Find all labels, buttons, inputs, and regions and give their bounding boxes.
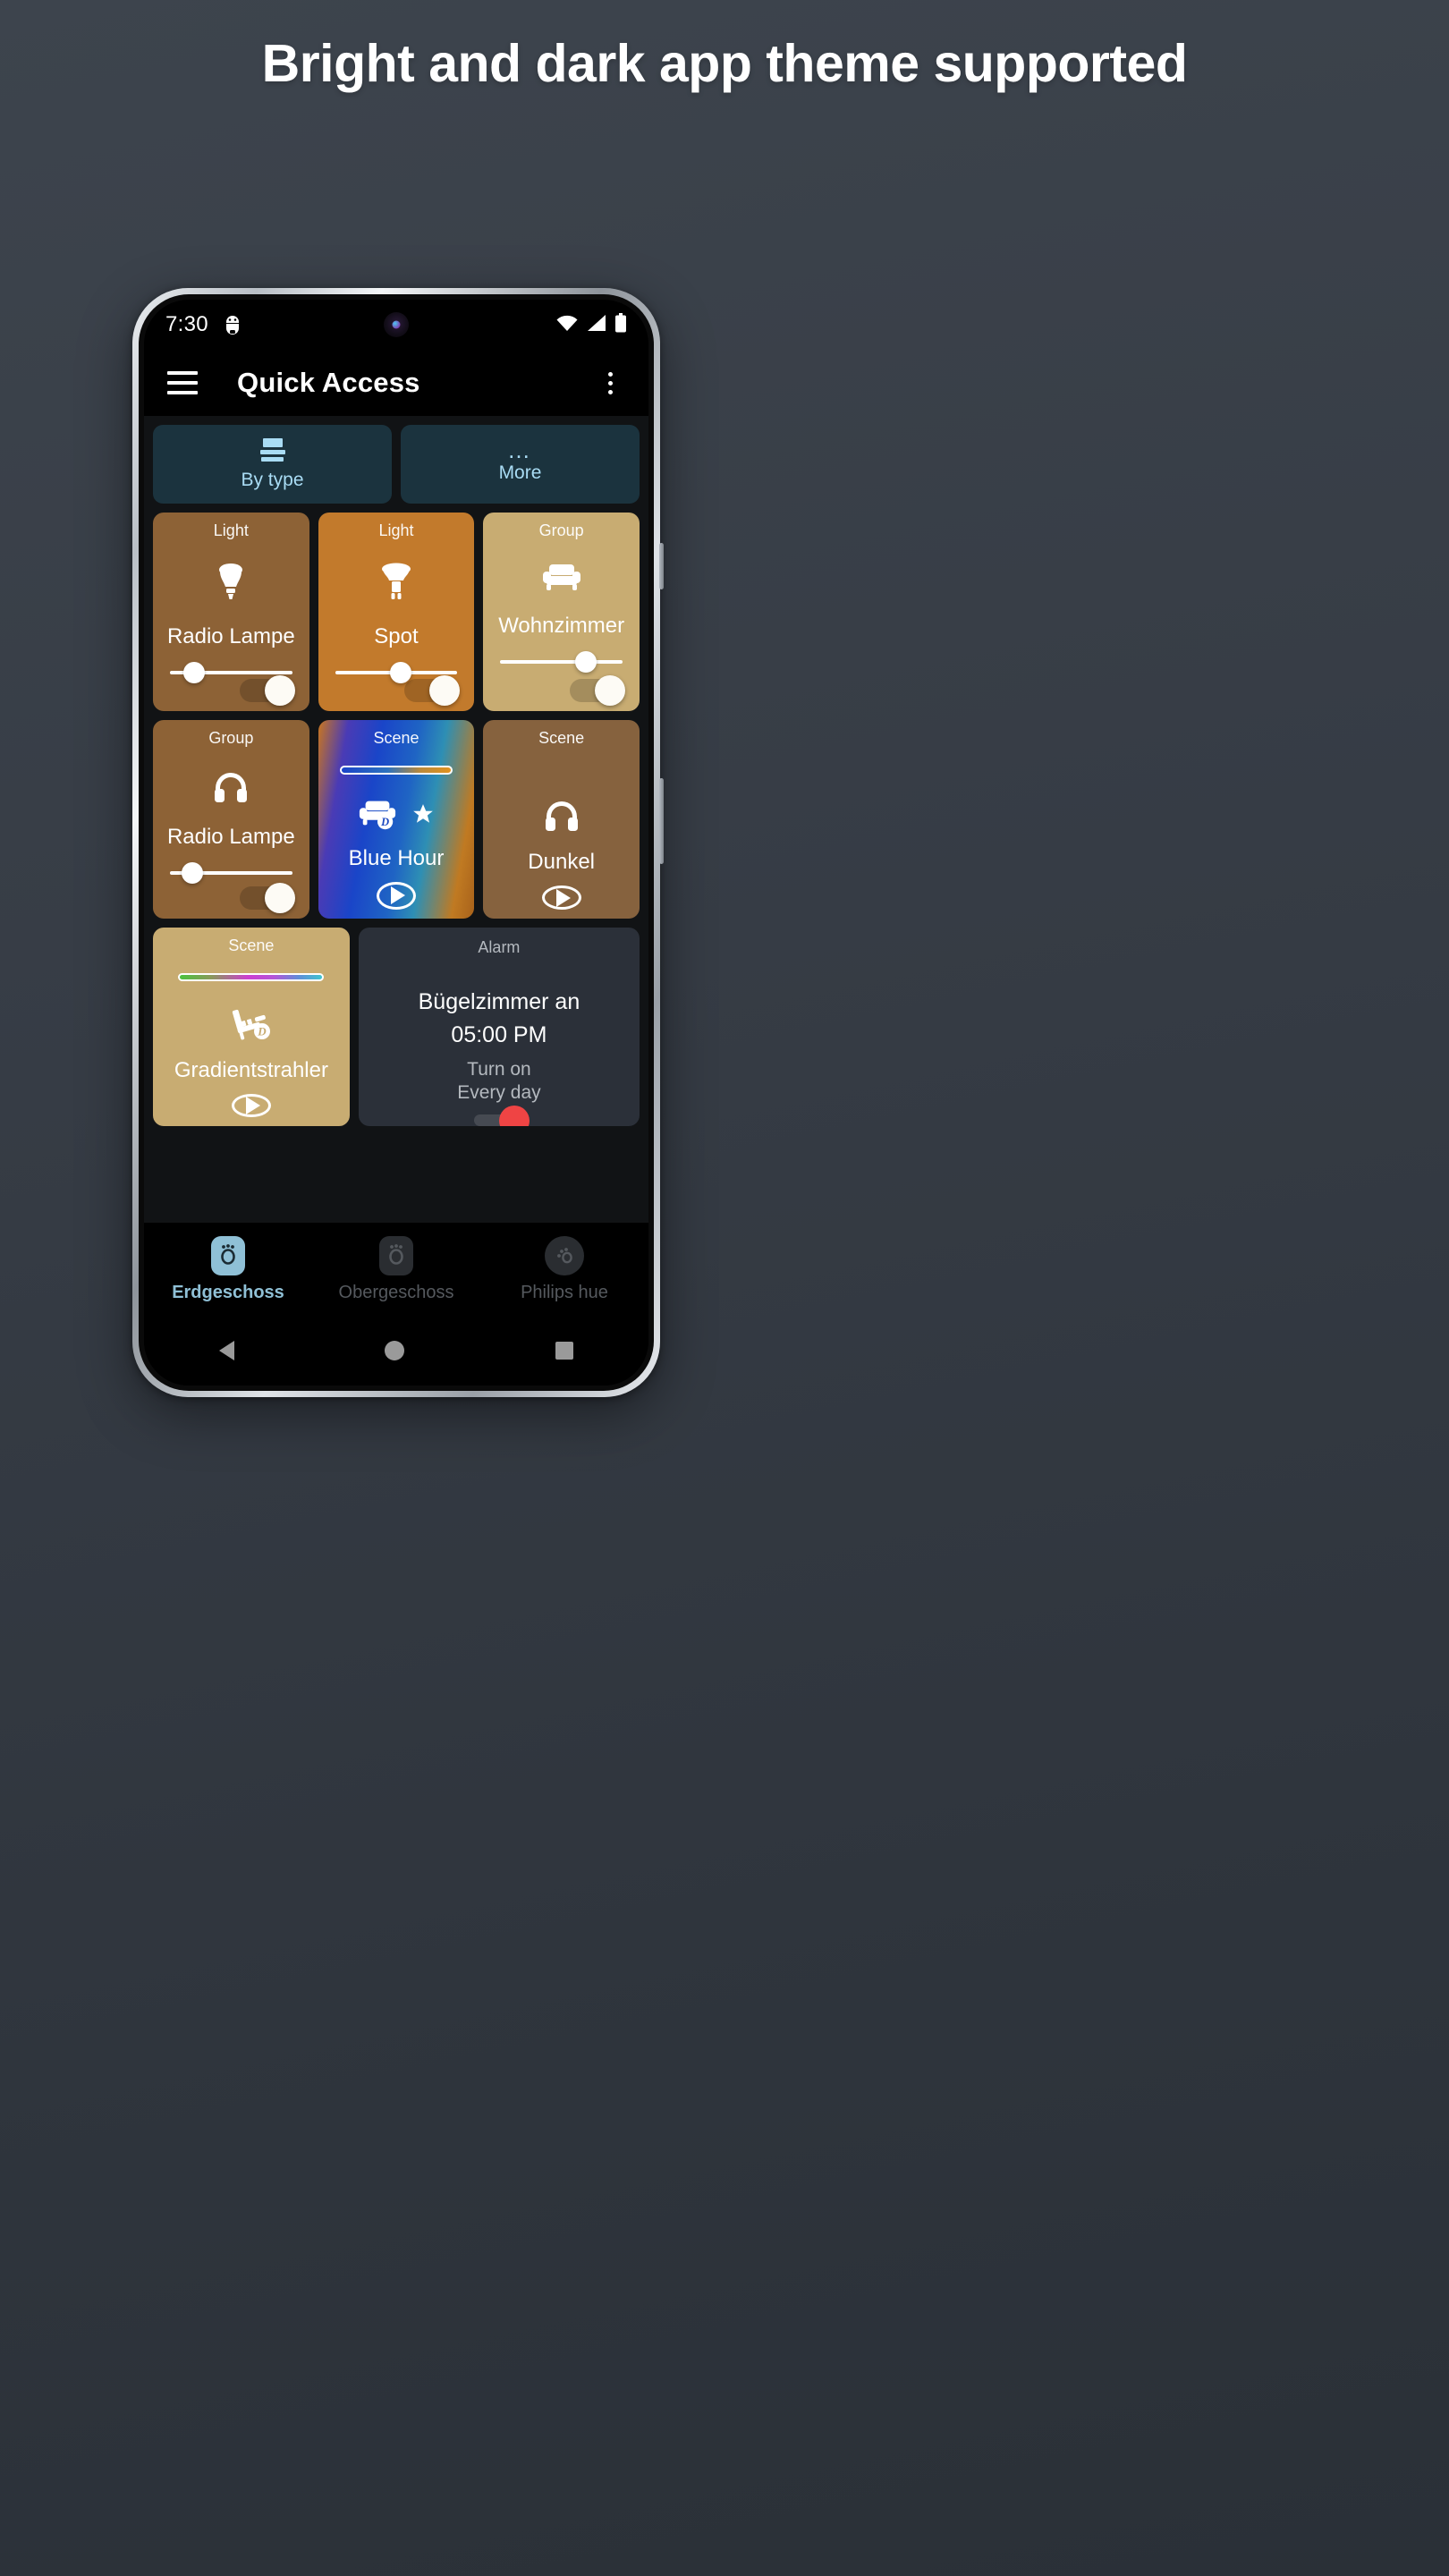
alarm-card[interactable]: Alarm Bügelzimmer an 05:00 PM Turn on Ev… (358, 928, 640, 1126)
page-title: Quick Access (237, 367, 420, 398)
filter-more-label: More (498, 462, 542, 483)
headphones-icon (543, 798, 580, 834)
alarm-time: 05:00 PM (451, 1022, 547, 1047)
tile-gradientstrahler-scene[interactable]: Scene D Gradientstrahler (153, 928, 350, 1126)
hamburger-menu-icon[interactable] (167, 371, 198, 394)
phone-screen: 7:30 Quick Access By type … More Light R… (144, 300, 648, 1385)
tile-name-label: Radio Lampe (166, 825, 295, 849)
brightness-slider[interactable] (500, 651, 623, 673)
filter-row: By type … More (153, 425, 640, 504)
phone-bezel: 7:30 Quick Access By type … More Light R… (139, 294, 654, 1391)
tile-radio-lampe-group[interactable]: Group Radio Lampe (153, 720, 309, 919)
home-icon[interactable] (385, 1341, 405, 1360)
status-bar-left: 7:30 (165, 312, 242, 337)
svg-text:D: D (380, 816, 389, 828)
nav-label: Obergeschoss (338, 1282, 454, 1302)
filter-by-type-button[interactable]: By type (153, 425, 392, 504)
tile-name-label: Spot (374, 624, 419, 648)
power-toggle[interactable] (239, 675, 295, 706)
more-dots-icon: … (507, 436, 533, 463)
promo-headline: Bright and dark app theme supported (261, 34, 1188, 93)
view-agenda-icon (259, 437, 285, 462)
phone-frame: 7:30 Quick Access By type … More Light R… (132, 288, 664, 1397)
tile-name-label: Wohnzimmer (498, 614, 625, 638)
tile-spot-light[interactable]: Light Spot (318, 513, 475, 711)
light-bulb-icon (215, 562, 247, 605)
recliner-dynamic-icon: D (229, 1004, 274, 1042)
quick-access-content: By type … More Light Radio Lampe Light S… (144, 416, 648, 1223)
tile-type-label: Scene (373, 729, 419, 747)
tile-row-3: Scene D Gradientstrahler Alarm Bügelzimm… (153, 928, 640, 1126)
filter-more-button[interactable]: … More (401, 425, 640, 504)
status-bar-right (555, 312, 627, 337)
power-toggle[interactable] (239, 883, 295, 913)
alarm-repeat: Every day (457, 1082, 541, 1103)
app-bar: Quick Access (144, 350, 648, 416)
status-clock: 7:30 (165, 312, 208, 336)
tile-dunkel-scene[interactable]: Scene Dunkel (483, 720, 640, 919)
tile-type-label: Group (208, 729, 254, 747)
power-toggle[interactable] (570, 675, 625, 706)
brightness-slider[interactable] (170, 862, 292, 884)
scene-color-bar (178, 973, 325, 981)
tile-type-label: Light (213, 521, 249, 539)
philips-hue-icon (545, 1235, 584, 1275)
alarm-action: Turn on (467, 1059, 531, 1080)
sofa-icon (541, 562, 582, 594)
tile-name-label: Dunkel (528, 850, 596, 874)
tile-type-label: Scene (228, 936, 275, 954)
phone-volume-button (659, 778, 664, 864)
play-icon[interactable] (376, 881, 416, 910)
android-debug-icon (224, 314, 242, 335)
play-icon[interactable] (231, 1093, 271, 1117)
battery-icon (614, 312, 627, 337)
status-bar: 7:30 (144, 300, 648, 350)
svg-text:D: D (257, 1024, 267, 1038)
bottom-navigation: Erdgeschoss Obergeschoss Philips hue (144, 1223, 648, 1316)
tile-blue-hour-scene[interactable]: Scene D Blue Hour (318, 720, 475, 919)
star-icon (413, 804, 433, 823)
alarm-toggle[interactable] (473, 1105, 530, 1126)
spotlight-gu10-icon (378, 562, 414, 605)
nav-label: Erdgeschoss (172, 1282, 284, 1302)
brightness-slider[interactable] (170, 662, 292, 683)
recents-icon[interactable] (555, 1342, 573, 1360)
filter-by-type-label: By type (241, 469, 304, 490)
hue-bridge-icon (379, 1235, 413, 1275)
tile-type-label: Scene (538, 729, 585, 747)
power-toggle[interactable] (404, 675, 461, 706)
tile-row-2: Group Radio Lampe Scene D Blue Hour Scen… (153, 720, 640, 919)
tile-row-1: Light Radio Lampe Light Spot Group Wohnz… (153, 513, 640, 711)
back-icon[interactable] (219, 1341, 235, 1360)
headphones-icon (212, 769, 250, 805)
camera-lens (392, 320, 401, 329)
phone-power-button (659, 543, 664, 589)
tile-name-label: Radio Lampe (166, 624, 295, 648)
tile-radio-lampe-light[interactable]: Light Radio Lampe (153, 513, 309, 711)
scene-color-bar (339, 766, 453, 775)
alarm-title: Bügelzimmer an (418, 989, 580, 1014)
overflow-menu-icon[interactable] (595, 368, 625, 398)
sofa-dynamic-icon: D (358, 798, 435, 830)
wifi-icon (555, 314, 579, 336)
play-icon[interactable] (541, 886, 581, 910)
nav-item-obergeschoss[interactable]: Obergeschoss (312, 1235, 480, 1303)
alarm-type-label: Alarm (478, 938, 521, 956)
hue-bridge-icon (211, 1235, 245, 1275)
brightness-slider[interactable] (335, 662, 458, 683)
tile-type-label: Light (378, 521, 414, 539)
camera-punch-hole (384, 312, 409, 337)
system-navigation-bar (144, 1316, 648, 1385)
cellular-signal-icon (587, 314, 606, 336)
tile-name-label: Blue Hour (348, 845, 445, 870)
tile-type-label: Group (538, 521, 584, 539)
tile-wohnzimmer-group[interactable]: Group Wohnzimmer (483, 513, 640, 711)
nav-label: Philips hue (521, 1282, 608, 1302)
nav-item-philips-hue[interactable]: Philips hue (480, 1235, 648, 1303)
nav-item-erdgeschoss[interactable]: Erdgeschoss (144, 1235, 312, 1303)
tile-name-label: Gradientstrahler (174, 1057, 328, 1082)
